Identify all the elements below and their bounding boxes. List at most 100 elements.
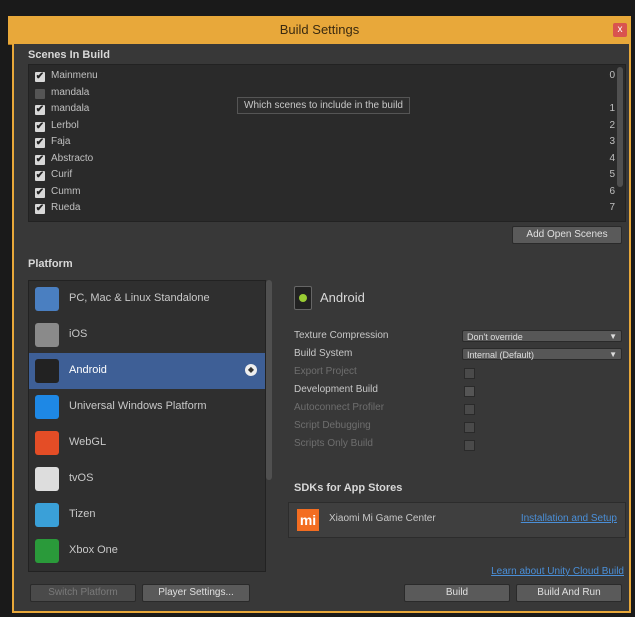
scene-index: 0 (609, 70, 615, 81)
scene-row[interactable]: ✔ Lerbol 2 (33, 119, 623, 135)
setting-label: Texture Compression (294, 330, 389, 341)
scenes-list[interactable]: ✔ Mainmenu 0 mandala ✔ mandala 1 ✔ Lerbol 2 ✔ Faja 3… (28, 64, 626, 222)
platform-name: tvOS (69, 472, 94, 484)
cloud-build-link[interactable]: Learn about Unity Cloud Build (491, 566, 624, 577)
scene-name: Lerbol (51, 119, 79, 131)
scene-checkbox[interactable]: ✔ (35, 72, 45, 82)
platform-name: Universal Windows Platform (69, 400, 207, 412)
xiaomi-icon: mi (297, 509, 319, 531)
scene-checkbox[interactable]: ✔ (35, 204, 45, 214)
scene-checkbox[interactable]: ✔ (35, 138, 45, 148)
scene-name: mandala (51, 103, 90, 114)
scenes-tooltip: Which scenes to include in the build (237, 97, 410, 114)
setting-row: Script Debugging (294, 420, 624, 434)
scenes-scrollbar[interactable] (617, 67, 623, 187)
setting-row: Autoconnect Profiler (294, 402, 624, 416)
dropdown-value: Don't override (467, 332, 523, 342)
sdk-box: mi Xiaomi Mi Game Center Installation an… (288, 502, 626, 538)
setting-row: Export Project (294, 366, 624, 380)
scene-index: 3 (609, 136, 615, 147)
scene-row[interactable]: ✔ Abstracto 4 (33, 152, 623, 168)
platform-item[interactable]: PC, Mac & Linux Standalone (29, 281, 265, 317)
setting-label: Scripts Only Build (294, 438, 373, 449)
scene-row[interactable]: ✔ Curif 5 (33, 168, 623, 184)
scene-name: Faja (51, 136, 71, 147)
setting-row: Scripts Only Build (294, 438, 624, 452)
scene-index: 2 (609, 119, 615, 131)
platform-name: iOS (69, 328, 88, 340)
scene-name: Curif (51, 169, 73, 180)
setting-dropdown[interactable]: Internal (Default) ▼ (462, 348, 622, 360)
setting-label: Export Project (294, 366, 357, 377)
setting-checkbox[interactable] (464, 386, 475, 397)
setting-checkbox (464, 440, 475, 451)
scene-index: 6 (609, 185, 615, 197)
platform-item[interactable]: Tizen (29, 497, 265, 533)
scene-checkbox[interactable]: ✔ (35, 154, 45, 165)
scene-checkbox[interactable] (35, 88, 45, 99)
scene-checkbox[interactable]: ✔ (35, 105, 45, 115)
add-open-scenes-button[interactable]: Add Open Scenes (512, 226, 622, 244)
platform-item[interactable]: Universal Windows Platform (29, 389, 265, 425)
setting-row: Build System Internal (Default) ▼ (294, 348, 624, 362)
scene-row[interactable]: ✔ Cumm 6 (33, 185, 623, 201)
windows-icon (35, 395, 59, 419)
scene-index: 1 (609, 103, 615, 114)
pc-mac-linux-icon (35, 287, 59, 311)
sdk-name: Xiaomi Mi Game Center (329, 513, 436, 524)
scenes-in-build-label: Scenes In Build (28, 49, 110, 61)
platform-name: WebGL (69, 436, 107, 448)
scene-index: 4 (609, 152, 615, 164)
platform-item[interactable]: tvOS (29, 461, 265, 497)
html5-icon (35, 431, 59, 455)
scene-checkbox[interactable]: ✔ (35, 121, 45, 132)
platform-scrollbar[interactable] (266, 280, 272, 480)
chevron-down-icon: ▼ (609, 332, 617, 341)
build-and-run-button[interactable]: Build And Run (516, 584, 622, 602)
setting-label: Script Debugging (294, 420, 371, 431)
window-title: Build Settings (279, 22, 360, 37)
tvos-icon (35, 467, 59, 491)
setting-checkbox (464, 422, 475, 433)
switch-platform-button[interactable]: Switch Platform (30, 584, 136, 602)
setting-checkbox (464, 368, 475, 379)
setting-row: Development Build (294, 384, 624, 398)
android-icon (294, 286, 312, 310)
scene-name: Mainmenu (51, 70, 98, 81)
platform-item[interactable]: WebGL (29, 425, 265, 461)
platform-name: Xbox One (69, 544, 118, 556)
sdks-label: SDKs for App Stores (294, 482, 403, 494)
scene-name: mandala (51, 86, 90, 98)
scene-checkbox[interactable]: ✔ (35, 171, 45, 181)
player-settings-button[interactable]: Player Settings... (142, 584, 250, 602)
unity-active-icon: ◆ (245, 364, 257, 376)
installation-setup-link[interactable]: Installation and Setup (521, 513, 617, 524)
platform-name: Tizen (69, 508, 96, 520)
dropdown-value: Internal (Default) (467, 350, 535, 360)
platform-item[interactable]: Xbox One (29, 533, 265, 569)
scene-row[interactable]: ✔ Rueda 7 (33, 201, 623, 217)
setting-label: Development Build (294, 384, 378, 395)
tizen-icon (35, 503, 59, 527)
platform-item[interactable]: iOS (29, 317, 265, 353)
build-button[interactable]: Build (404, 584, 510, 602)
android-icon (35, 359, 59, 383)
scene-checkbox[interactable]: ✔ (35, 187, 45, 198)
setting-dropdown[interactable]: Don't override ▼ (462, 330, 622, 342)
platform-item[interactable]: Android ◆ (29, 353, 265, 389)
platform-name: PC, Mac & Linux Standalone (69, 292, 210, 304)
build-settings-panel: Scenes In Build ✔ Mainmenu 0 mandala ✔ mandal… (12, 44, 631, 613)
xbox-icon (35, 539, 59, 563)
window-frame: Build Settings x Scenes In Build ✔ Mainme… (0, 0, 635, 617)
platform-title: Android (320, 290, 365, 305)
scene-name: Abstracto (51, 152, 94, 164)
platform-list: PC, Mac & Linux Standalone iOS Android ◆ Uni… (28, 280, 266, 572)
scene-row[interactable]: ✔ Faja 3 (33, 135, 623, 151)
close-button[interactable]: x (613, 23, 627, 37)
scene-row[interactable]: ✔ Mainmenu 0 (33, 69, 623, 85)
setting-checkbox (464, 404, 475, 415)
setting-label: Autoconnect Profiler (294, 402, 385, 413)
setting-row: Texture Compression Don't override ▼ (294, 330, 624, 344)
title-bar[interactable]: Build Settings x (8, 16, 631, 45)
scene-name: Rueda (51, 202, 81, 213)
